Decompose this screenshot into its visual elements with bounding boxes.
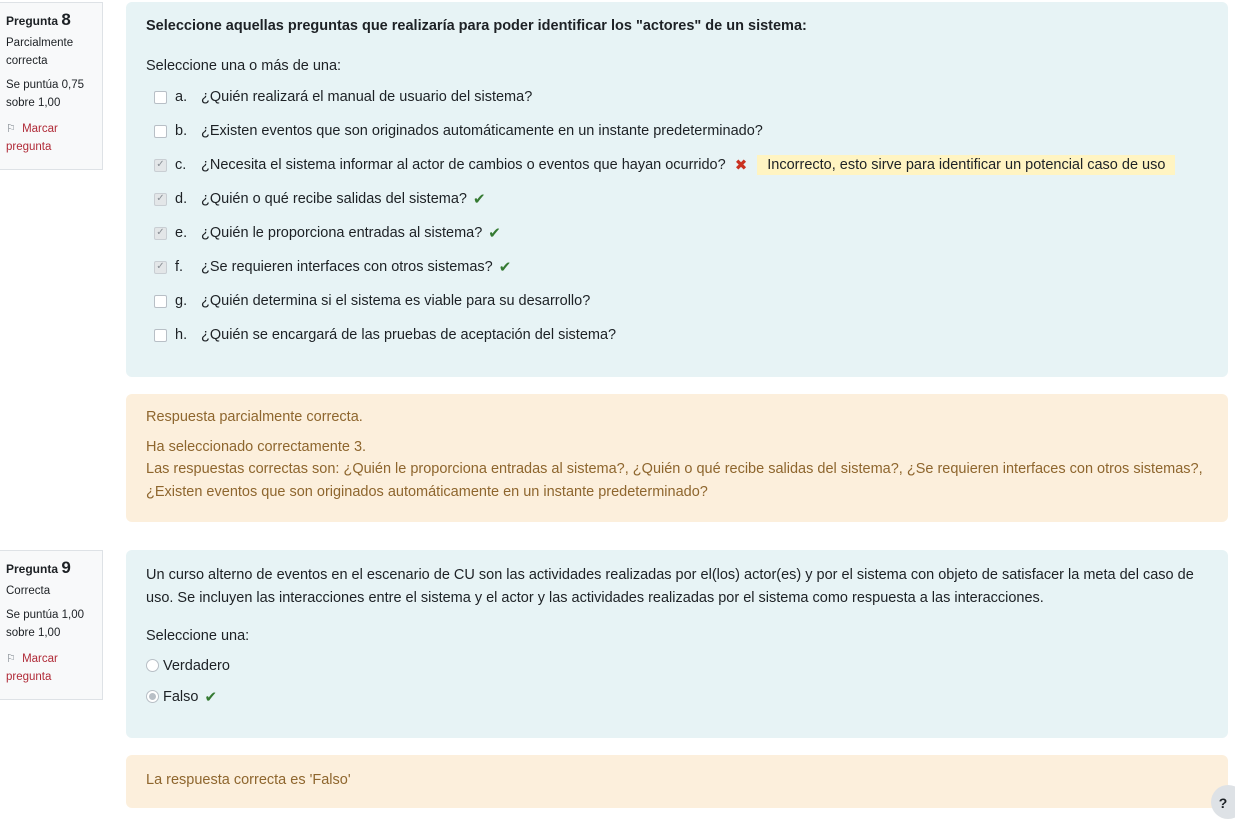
question-number: Pregunta 9 (6, 559, 96, 578)
answer-checkbox[interactable] (154, 328, 167, 342)
option-text: ¿Necesita el sistema informar al actor d… (201, 157, 726, 173)
option-feedback: Incorrecto, esto sirve para identificar … (757, 155, 1176, 175)
question-9-formulation: Un curso alterno de eventos en el escena… (126, 550, 1228, 738)
flag-icon: ⚐ (6, 653, 16, 665)
answer-option-falso[interactable]: Falso ✔ (146, 681, 1208, 712)
option-letter: e. (175, 225, 188, 241)
option-letter: c. (175, 157, 187, 173)
answer-prompt: Seleccione una o más de una: (146, 58, 342, 74)
question-8-outcome: Respuesta parcialmente correcta. Ha sele… (126, 394, 1228, 522)
option-letter: a. (175, 89, 188, 105)
question-number: Pregunta 8 (6, 11, 96, 30)
answer-option-e[interactable]: ✓ e. ¿Quién le proporciona entradas al s… (146, 216, 1208, 250)
question-state: Correcta (6, 585, 51, 597)
option-text: ¿Quién realizará el manual de usuario de… (201, 89, 533, 105)
option-text: Falso (163, 688, 199, 705)
flag-question-link[interactable]: ⚐ Marcar pregunta (6, 120, 96, 156)
answer-option-f[interactable]: ✓ f. ¿Se requieren interfaces con otros … (146, 250, 1208, 284)
answer-radio[interactable] (146, 659, 159, 672)
answer-prompt: Seleccione una: (146, 628, 250, 644)
question-number-value: 9 (61, 558, 71, 577)
answer-checkbox[interactable] (154, 294, 167, 308)
answer-checkbox[interactable] (154, 90, 167, 104)
flag-icon: ⚐ (6, 123, 16, 135)
flag-question-link[interactable]: ⚐ Marcar pregunta (6, 650, 96, 686)
correct-icon: ✔ (488, 225, 501, 242)
correct-icon: ✔ (498, 259, 512, 276)
answer-checkbox-checked[interactable]: ✓ (154, 158, 167, 172)
question-8-formulation: Seleccione aquellas preguntas que realiz… (126, 2, 1228, 377)
option-text: Verdadero (163, 657, 230, 674)
answer-option-g[interactable]: g. ¿Quién determina si el sistema es via… (146, 284, 1208, 318)
answer-checkbox-checked[interactable]: ✓ (154, 226, 167, 240)
answer-option-d[interactable]: ✓ d. ¿Quién o qué recibe salidas del sis… (146, 182, 1208, 216)
question-number-value: 8 (61, 10, 71, 29)
question-label: Pregunta (6, 14, 59, 28)
question-9-outcome: La respuesta correcta es 'Falso' (126, 755, 1228, 808)
answer-list: Verdadero Falso ✔ (146, 650, 1208, 712)
answer-checkbox-checked[interactable]: ✓ (154, 192, 167, 206)
correct-icon: ✔ (204, 688, 218, 706)
answer-option-a[interactable]: a. ¿Quién realizará el manual de usuario… (146, 80, 1208, 114)
option-text: ¿Quién le proporciona entradas al sistem… (201, 225, 483, 241)
question-9-info: Pregunta 9 Correcta Se puntúa 1,00 sobre… (0, 550, 103, 700)
question-8-info: Pregunta 8 Parcialmente correcta Se punt… (0, 2, 103, 170)
option-letter: b. (175, 123, 188, 139)
answer-checkbox[interactable] (154, 124, 167, 138)
question-label: Pregunta (6, 562, 59, 576)
option-text: ¿Quién determina si el sistema es viable… (201, 293, 591, 309)
option-text: ¿Se requieren interfaces con otros siste… (201, 259, 493, 275)
question-grade: Se puntúa 1,00 sobre 1,00 (6, 609, 85, 639)
option-letter: f. (175, 259, 184, 275)
question-text: Seleccione aquellas preguntas que realiz… (146, 18, 807, 34)
answer-checkbox-checked[interactable]: ✓ (154, 260, 167, 274)
option-text: ¿Existen eventos que son originados auto… (201, 123, 763, 139)
option-letter: h. (175, 327, 188, 343)
option-letter: d. (175, 191, 188, 207)
answer-option-b[interactable]: b. ¿Existen eventos que son originados a… (146, 114, 1208, 148)
answer-option-h[interactable]: h. ¿Quién se encargará de las pruebas de… (146, 318, 1208, 352)
outcome-right-answer: La respuesta correcta es 'Falso' (146, 772, 351, 788)
outcome-summary: Respuesta parcialmente correcta. (146, 409, 363, 425)
answer-radio-checked[interactable] (146, 690, 159, 703)
question-grade: Se puntúa 0,75 sobre 1,00 (6, 79, 85, 109)
question-text: Un curso alterno de eventos en el escena… (146, 567, 1194, 606)
incorrect-icon: ✖ (734, 157, 748, 174)
option-text: ¿Quién se encargará de las pruebas de ac… (201, 327, 617, 343)
answer-option-verdadero[interactable]: Verdadero (146, 650, 1208, 681)
option-letter: g. (175, 293, 188, 309)
answer-list: a. ¿Quién realizará el manual de usuario… (146, 80, 1208, 352)
correct-icon: ✔ (472, 191, 486, 208)
help-icon: ? (1218, 795, 1228, 811)
option-text: ¿Quién o qué recibe salidas del sistema? (201, 191, 467, 207)
answer-option-c[interactable]: ✓ c. ¿Necesita el sistema informar al ac… (146, 148, 1208, 182)
question-state: Parcialmente correcta (6, 37, 74, 67)
outcome-right-answer: Las respuestas correctas son: ¿Quién le … (146, 461, 1203, 500)
outcome-count: Ha seleccionado correctamente 3. (146, 438, 367, 455)
